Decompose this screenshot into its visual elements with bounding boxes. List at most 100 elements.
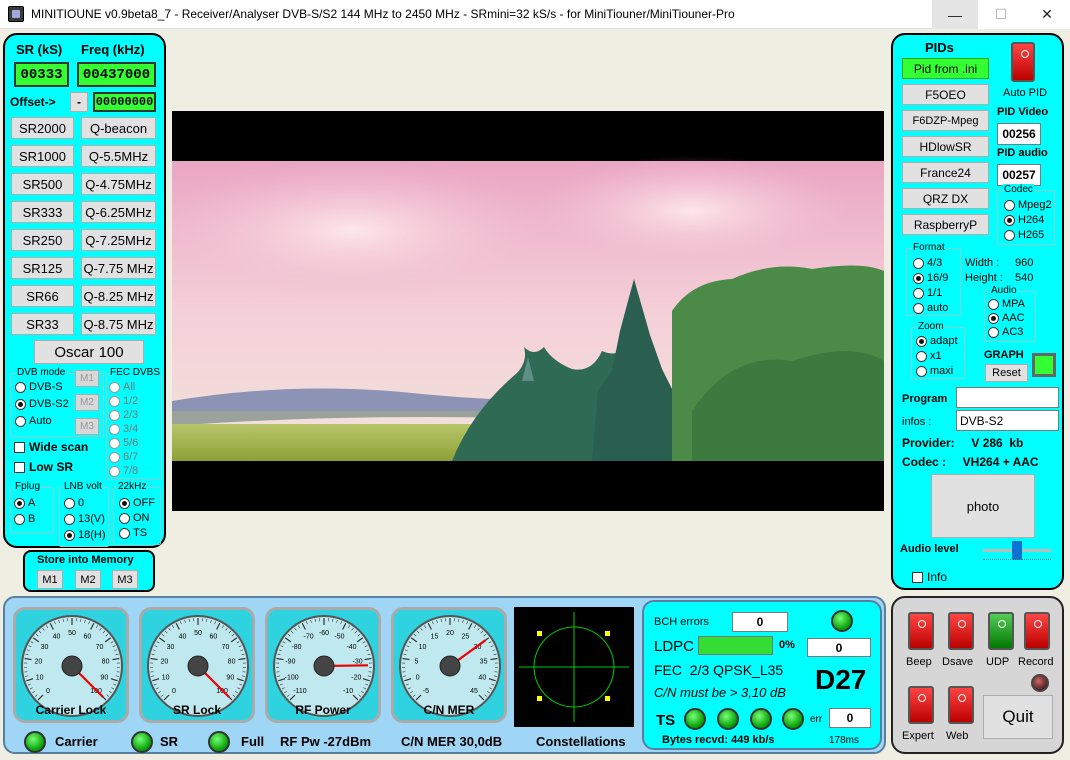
photo-button[interactable]: photo <box>931 474 1035 538</box>
close-button[interactable]: ✕ <box>1024 0 1070 29</box>
graph-toggle[interactable] <box>1032 353 1056 377</box>
memory-small-button[interactable]: M2 <box>75 394 99 411</box>
dvb-mode-radio[interactable]: DVB-S <box>15 381 63 393</box>
q-preset-button[interactable]: Q-8.75 MHz <box>81 313 156 335</box>
switch-web[interactable] <box>948 686 974 724</box>
gauge-tick-label: -70 <box>304 634 314 641</box>
format-radio[interactable]: 4/3 <box>913 257 942 269</box>
sr-preset-button[interactable]: SR1000 <box>11 145 74 167</box>
pid-preset-button[interactable]: RaspberryP <box>902 214 989 235</box>
khz22-radio[interactable]: TS <box>119 527 147 539</box>
switch-expert[interactable] <box>908 686 934 724</box>
codec-radio[interactable]: Mpeg2 <box>1004 199 1052 211</box>
freq-value-field[interactable]: 00437000 <box>77 62 156 87</box>
maximize-button[interactable]: ☐ <box>978 0 1024 29</box>
sr-preset-button[interactable]: SR500 <box>11 173 74 195</box>
pid-preset-button[interactable]: F6DZP-Mpeg <box>902 110 989 131</box>
sr-preset-button[interactable]: SR333 <box>11 201 74 223</box>
dvb-mode-radio[interactable]: DVB-S2 <box>15 398 69 410</box>
q-preset-button[interactable]: Q-8.25 MHz <box>81 285 156 307</box>
sr-preset-button[interactable]: SR125 <box>11 257 74 279</box>
video-display[interactable] <box>172 111 884 511</box>
q-preset-button[interactable]: Q-5.5MHz <box>81 145 156 167</box>
q-preset-button[interactable]: Q-6.25MHz <box>81 201 156 223</box>
pid-preset-button[interactable]: France24 <box>902 162 989 183</box>
zoom-radio[interactable]: x1 <box>916 350 942 362</box>
lnb-volt-radio[interactable]: 0 <box>64 497 84 509</box>
switch-dsave[interactable] <box>948 612 974 650</box>
infos-field[interactable]: DVB-S2 <box>956 410 1059 431</box>
khz22-radio-text: OFF <box>133 497 155 509</box>
low-sr-label: Low SR <box>29 460 73 474</box>
carrier-led <box>24 731 46 753</box>
title-bar: MINITIOUNE v0.9beta8_7 - Receiver/Analys… <box>0 0 1070 29</box>
store-m1-button[interactable]: M1 <box>37 570 63 589</box>
store-m2-button[interactable]: M2 <box>75 570 101 589</box>
lnb-volt-radio-dot <box>64 529 75 541</box>
memory-small-button[interactable]: M1 <box>75 370 99 387</box>
audio-codec-radio[interactable]: AAC <box>988 312 1025 324</box>
audio-level-slider[interactable] <box>1012 541 1022 560</box>
pid-preset-button[interactable]: F5OEO <box>902 84 989 105</box>
gauge-tick-label: -100 <box>285 675 299 682</box>
q-preset-button[interactable]: Q-7.25MHz <box>81 229 156 251</box>
fplug-radio[interactable]: A <box>14 497 35 509</box>
khz22-radio[interactable]: ON <box>119 512 150 524</box>
dvb-mode-radio[interactable]: Auto <box>15 415 52 427</box>
codec-radio[interactable]: H264 <box>1004 214 1044 226</box>
khz22-radio-dot <box>119 527 130 539</box>
gauge-tick-label: 45 <box>470 688 478 695</box>
switch-label: Dsave <box>942 656 974 668</box>
zoom-radio[interactable]: maxi <box>916 365 953 377</box>
sr-value-field[interactable]: 00333 <box>14 62 69 87</box>
memory-small-button[interactable]: M3 <box>75 418 99 435</box>
wide-scan-checkbox[interactable]: Wide scan <box>14 440 88 454</box>
lnb-volt-radio[interactable]: 13(V) <box>64 513 105 525</box>
store-m3-button[interactable]: M3 <box>112 570 138 589</box>
fec-title: FEC DVBS <box>109 367 161 379</box>
format-radio-text: 1/1 <box>927 287 943 299</box>
reset-button[interactable]: Reset <box>985 364 1028 382</box>
codec-radio-text: H265 <box>1018 229 1045 241</box>
offset-value-field[interactable]: 00000000 <box>93 92 156 112</box>
pid-audio-field[interactable]: 00257 <box>997 164 1041 186</box>
gauge-tick-label: 40 <box>478 675 486 682</box>
pid-preset-button[interactable]: Pid from .ini <box>902 58 989 79</box>
q-preset-button[interactable]: Q-beacon <box>81 117 156 139</box>
codec-radio[interactable]: H265 <box>1004 229 1044 241</box>
lnb-volt-radio[interactable]: 18(H) <box>64 529 106 541</box>
sr-preset-button[interactable]: SR2000 <box>11 117 74 139</box>
format-radio[interactable]: auto <box>913 302 948 314</box>
khz22-radio[interactable]: OFF <box>119 497 155 509</box>
lnb-volt-radio-text: 0 <box>78 497 85 509</box>
lnb-volt-radio-text: 13(V) <box>78 513 105 525</box>
audio-codec-radio[interactable]: AC3 <box>988 326 1023 338</box>
gauge-tick-label: 5 <box>414 659 418 666</box>
oscar-100-button[interactable]: Oscar 100 <box>34 340 144 364</box>
switch-beep[interactable] <box>908 612 934 650</box>
pid-preset-button[interactable]: QRZ DX <box>902 188 989 209</box>
app-icon[interactable] <box>8 6 24 22</box>
dvb-mode-radio-text: DVB-S <box>29 381 63 393</box>
format-radio[interactable]: 16/9 <box>913 272 948 284</box>
format-radio[interactable]: 1/1 <box>913 287 942 299</box>
audio-codec-radio[interactable]: MPA <box>988 298 1025 310</box>
q-preset-button[interactable]: Q-4.75MHz <box>81 173 156 195</box>
switch-record[interactable] <box>1024 612 1050 650</box>
pid-preset-button[interactable]: HDlowSR <box>902 136 989 157</box>
low-sr-checkbox[interactable]: Low SR <box>14 460 73 474</box>
fplug-radio[interactable]: B <box>14 513 35 525</box>
info-checkbox[interactable]: Info <box>912 570 947 584</box>
sr-preset-button[interactable]: SR250 <box>11 229 74 251</box>
zoom-radio[interactable]: adapt <box>916 335 958 347</box>
quit-button[interactable]: Quit <box>983 695 1053 739</box>
switch-udp[interactable] <box>988 612 1014 650</box>
pid-video-field[interactable]: 00256 <box>997 123 1041 145</box>
sr-preset-button[interactable]: SR66 <box>11 285 74 307</box>
offset-sign-button[interactable]: - <box>70 92 88 112</box>
q-preset-button[interactable]: Q-7.75 MHz <box>81 257 156 279</box>
minimize-button[interactable]: — <box>932 0 978 29</box>
sr-preset-button[interactable]: SR33 <box>11 313 74 335</box>
program-field[interactable] <box>956 387 1059 408</box>
auto-pid-switch[interactable] <box>1011 42 1035 82</box>
